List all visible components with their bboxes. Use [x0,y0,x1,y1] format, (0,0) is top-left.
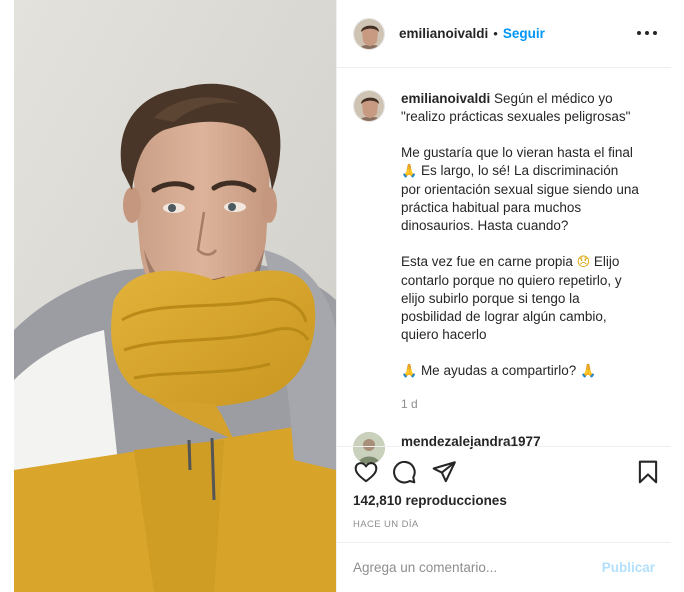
add-comment-bar: Publicar [337,542,671,592]
comment-input[interactable] [353,560,593,575]
caption-p2-text-b: Es largo, lo sé! La discriminación por o… [401,163,639,233]
caption-author-avatar[interactable] [353,90,385,122]
caption-username[interactable]: emilianoivaldi [401,91,490,106]
heart-icon[interactable] [353,459,379,485]
more-options-icon[interactable] [637,26,657,40]
caption-p4-text: Me ayudas a compartirlo? [417,363,581,378]
post-video[interactable] [14,0,336,592]
header-separator: • [493,26,498,41]
caption-p2-text-a: Me gustaría que lo vieran hasta el final [401,145,633,160]
send-icon[interactable] [431,459,457,485]
caption-p3-text-a: Esta vez fue en carne propia [401,254,577,269]
pray-emoji: 🙏 [580,364,597,379]
caption-time-ago[interactable]: 1 d [401,395,639,413]
bookmark-icon[interactable] [635,459,661,485]
sad-face-emoji: 😞 [576,255,591,270]
caption-paragraph-4: 🙏 Me ayudas a compartirlo? 🙏 [401,362,639,381]
video-frame-illustration [14,0,336,592]
pray-emoji: 🙏 [401,164,418,179]
publish-button[interactable]: Publicar [602,560,655,575]
pray-emoji: 🙏 [401,364,418,379]
caption-paragraph-2: Me gustaría que lo vieran hasta el final… [401,144,639,235]
caption-text: emilianoivaldi Según el médico yo "reali… [401,90,639,413]
author-username[interactable]: emilianoivaldi [399,26,488,41]
caption-paragraph-3: Esta vez fue en carne propia 😞 Elijo con… [401,253,639,344]
post-side-panel: emilianoivaldi • Seguir emilianoivaldi S… [336,0,671,592]
follow-button[interactable]: Seguir [503,26,545,41]
author-avatar[interactable] [353,17,385,50]
comment-icon[interactable] [391,459,417,485]
view-count[interactable]: 142,810 reproducciones [353,493,507,508]
post-actions: 142,810 reproducciones HACE UN DÍA [337,446,671,542]
post-header: emilianoivaldi • Seguir [337,0,671,68]
post-caption: emilianoivaldi Según el médico yo "reali… [337,68,671,448]
post-date[interactable]: HACE UN DÍA [353,519,419,530]
